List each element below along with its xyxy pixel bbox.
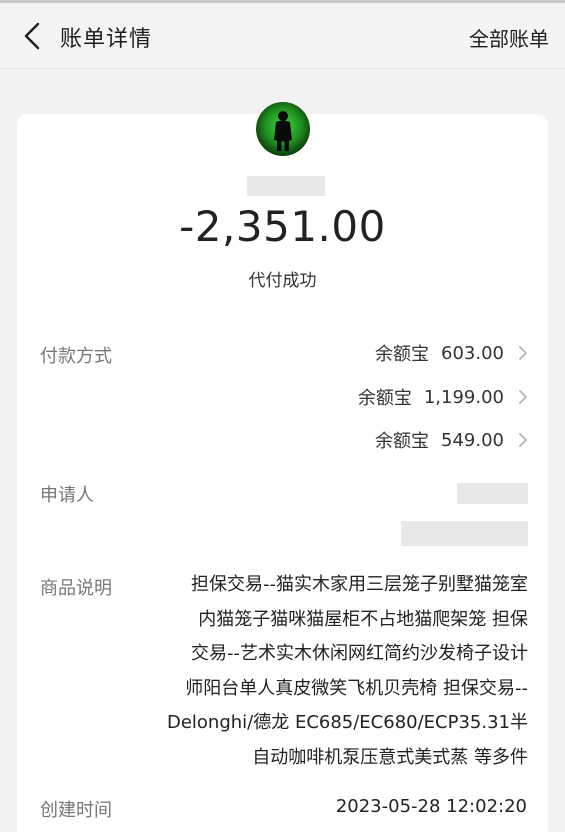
- goods-description-line: 内猫笼子猫咪猫屋柜不占地猫爬架笼 担保: [198, 608, 528, 630]
- goods-description-line: Delonghi/德龙 EC685/EC680/ECP35.31半: [166, 712, 528, 733]
- all-bills-link[interactable]: 全部账单: [469, 23, 549, 52]
- goods-description-line: 自动咖啡机泵压意式美式蒸 等多件: [252, 746, 528, 768]
- redacted-payee-name: [247, 176, 325, 196]
- bill-amount: -2,351.00: [179, 202, 386, 251]
- goods-description-label: 商品说明: [40, 578, 112, 599]
- payment-item-method: 余额宝: [357, 388, 412, 409]
- chevron-right-icon: [518, 345, 528, 361]
- payment-item-method: 余额宝: [375, 431, 430, 452]
- payment-item-amount: 603.00: [441, 342, 504, 364]
- applicant-label: 申请人: [40, 485, 94, 506]
- payment-item[interactable]: 余额宝 1,199.00: [358, 384, 528, 410]
- chevron-right-icon: [518, 389, 528, 405]
- chevron-right-icon: [518, 432, 528, 448]
- created-time-label: 创建时间: [40, 800, 112, 821]
- goods-description: 担保交易--猫实木家用三层笼子别墅猫笼室 内猫笼子猫咪猫屋柜不占地猫爬架笼 担保…: [138, 568, 528, 775]
- redacted-applicant-account: [401, 521, 528, 546]
- page-title: 账单详情: [60, 27, 153, 52]
- payment-item-amount: 1,199.00: [423, 386, 504, 408]
- goods-description-line: 交易--艺术实木休闲网红简约沙发椅子设计: [191, 643, 528, 664]
- chevron-left-icon: [24, 22, 40, 50]
- goods-description-line: 师阳台单人真皮微笑飞机贝壳椅 担保交易--: [185, 677, 528, 699]
- created-time-value: 2023-05-28 12:02:20: [335, 796, 527, 817]
- redacted-applicant-name: [457, 483, 528, 504]
- goods-description-line: 担保交易--猫实木家用三层笼子别墅猫笼室: [191, 574, 528, 595]
- nav-bar: 账单详情 全部账单: [0, 3, 565, 69]
- payment-item-amount: 549.00: [441, 429, 504, 451]
- payment-item[interactable]: 余额宝 603.00: [375, 340, 528, 366]
- back-button[interactable]: [16, 19, 48, 53]
- payment-item-method: 余额宝: [375, 344, 430, 365]
- payment-item[interactable]: 余额宝 549.00: [375, 427, 528, 453]
- payment-method-label: 付款方式: [40, 346, 112, 367]
- avatar-figure-icon: [274, 111, 292, 151]
- bill-status: 代付成功: [248, 271, 317, 291]
- avatar: [256, 102, 310, 156]
